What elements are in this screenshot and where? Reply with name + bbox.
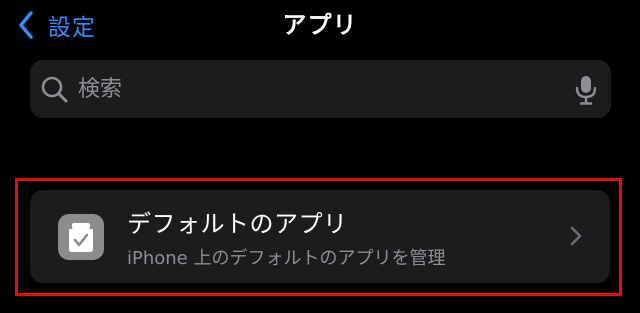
page-title: アプリ: [282, 11, 358, 39]
search-icon: [41, 76, 68, 103]
mic-icon[interactable]: [575, 75, 597, 105]
search-input[interactable]: [78, 60, 558, 118]
navigation-bar: 設定 アプリ: [0, 0, 640, 52]
screen: 設定 アプリ デフォルトのアプリ iPhone 上のデフォルトのアプリを管理: [0, 0, 640, 313]
highlight-box: [15, 178, 622, 296]
search-bar[interactable]: [30, 60, 611, 118]
